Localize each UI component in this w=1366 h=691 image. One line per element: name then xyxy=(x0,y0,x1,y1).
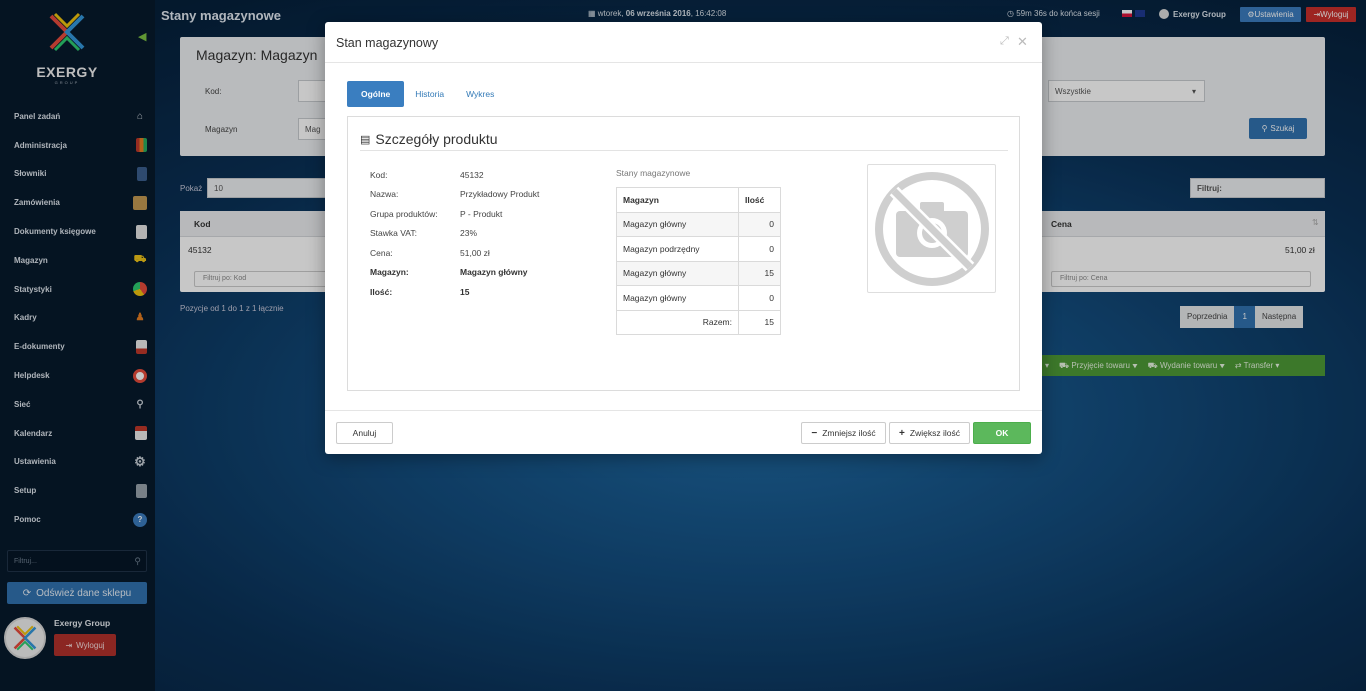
col-header-ilosc: Ilość xyxy=(738,187,781,213)
stock-table-title: Stany magazynowe xyxy=(616,168,691,178)
cell-ilosc: 0 xyxy=(738,236,781,262)
detail-row-vat: Stawka VAT: 23% xyxy=(370,224,539,244)
detail-value: 15 xyxy=(460,286,470,297)
cancel-button[interactable]: Anuluj xyxy=(336,422,393,444)
detail-value: 45132 xyxy=(460,169,484,180)
minus-icon: − xyxy=(811,427,818,439)
detail-row-kod: Kod: 45132 xyxy=(370,165,539,185)
ok-button[interactable]: OK xyxy=(973,422,1031,444)
detail-value: P - Produkt xyxy=(460,208,503,219)
tab-historia[interactable]: Historia xyxy=(404,81,455,107)
detail-value: 51,00 zł xyxy=(460,247,490,258)
modal-title: Stan magazynowy xyxy=(336,36,439,50)
plus-icon: + xyxy=(899,427,905,439)
table-row: Magazyn główny 0 xyxy=(616,285,781,311)
cell-ilosc: 15 xyxy=(738,260,781,286)
section-divider xyxy=(360,150,1008,151)
detail-value: 23% xyxy=(460,228,478,239)
total-row: Razem: 15 xyxy=(616,309,781,335)
table-row: Magazyn podrzędny 0 xyxy=(616,236,781,262)
cancel-label: Anuluj xyxy=(352,428,377,438)
cell-magazyn: Magazyn główny xyxy=(616,211,739,237)
detail-value: Przykładowy Produkt xyxy=(460,189,540,200)
table-row: Magazyn główny 0 xyxy=(616,211,781,237)
modal-header: Stan magazynowy ⤢ ✕ xyxy=(325,22,1042,63)
tab-ogolne[interactable]: Ogólne xyxy=(347,81,405,107)
cell-magazyn: Magazyn główny xyxy=(616,285,739,311)
detail-row-magazyn: Magazyn: Magazyn główny xyxy=(370,263,539,283)
section-title: ▤ Szczegóły produktu xyxy=(360,131,498,147)
expand-icon[interactable]: ⤢ xyxy=(1000,35,1009,48)
list-icon: ▤ xyxy=(360,133,371,146)
table-row: Magazyn główny 15 xyxy=(616,260,781,286)
cell-magazyn: Magazyn główny xyxy=(616,260,739,286)
detail-label: Nazwa: xyxy=(370,189,399,200)
detail-value: Magazyn główny xyxy=(460,267,528,278)
close-icon[interactable]: ✕ xyxy=(1017,34,1028,50)
detail-row-nazwa: Nazwa: Przykładowy Produkt xyxy=(370,185,539,205)
detail-row-grupa: Grupa produktów: P - Produkt xyxy=(370,204,539,224)
detail-row-ilosc: Ilość: 15 xyxy=(370,282,539,302)
total-value: 15 xyxy=(738,309,781,335)
stock-modal: Stan magazynowy ⤢ ✕ Ogólne Historia Wykr… xyxy=(325,22,1042,454)
detail-label: Cena: xyxy=(370,247,393,258)
detail-row-cena: Cena: 51,00 zł xyxy=(370,243,539,263)
detail-label: Kod: xyxy=(370,169,388,180)
product-details-box: ▤ Szczegóły produktu Kod: 45132 Nazwa: Prz… xyxy=(347,116,1020,391)
product-photo xyxy=(867,164,996,293)
stock-table-header: Magazyn Ilość xyxy=(616,187,781,213)
section-title-text: Szczegóły produktu xyxy=(375,131,498,147)
stock-table: Magazyn Ilość Magazyn główny 0 Magazyn po… xyxy=(616,187,781,335)
decrease-quantity-button[interactable]: − Zmniejsz ilość xyxy=(801,422,886,444)
ok-label: OK xyxy=(995,428,1009,438)
detail-label: Magazyn: xyxy=(370,267,409,278)
product-details: Kod: 45132 Nazwa: Przykładowy Produkt Grup… xyxy=(370,165,539,302)
detail-label: Grupa produktów: xyxy=(370,208,438,219)
cell-ilosc: 0 xyxy=(738,211,781,237)
modal-tabs: Ogólne Historia Wykres xyxy=(347,81,505,107)
col-header-magazyn: Magazyn xyxy=(616,187,739,213)
increase-quantity-button[interactable]: + Zwiększ ilość xyxy=(889,422,970,444)
total-label: Razem: xyxy=(616,309,739,335)
cell-ilosc: 0 xyxy=(738,285,781,311)
decrease-label: Zmniejsz ilość xyxy=(822,428,876,438)
modal-footer: Anuluj − Zmniejsz ilość + Zwiększ ilość … xyxy=(325,410,1042,454)
no-photo-icon xyxy=(874,171,989,286)
increase-label: Zwiększ ilość xyxy=(909,428,960,438)
detail-label: Stawka VAT: xyxy=(370,228,417,239)
detail-label: Ilość: xyxy=(370,286,393,297)
tab-wykres[interactable]: Wykres xyxy=(455,81,505,107)
cell-magazyn: Magazyn podrzędny xyxy=(616,236,739,262)
